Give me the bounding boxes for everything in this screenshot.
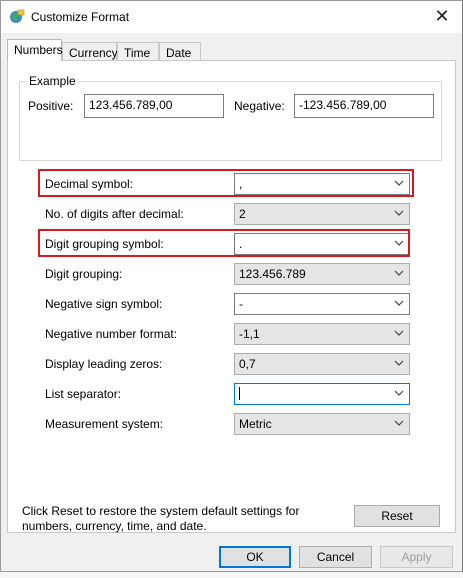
digits-after-decimal-select[interactable]: 2	[234, 203, 410, 225]
tab-currency[interactable]: Currency	[62, 42, 118, 61]
digits-after-decimal-label: No. of digits after decimal:	[45, 207, 184, 221]
reset-description-line1: Click Reset to restore the system defaul…	[22, 504, 300, 518]
measurement-system-select[interactable]: Metric	[234, 413, 410, 435]
measurement-system-label: Measurement system:	[45, 417, 164, 431]
example-group-title: Example	[26, 74, 79, 88]
chevron-down-icon	[394, 270, 404, 276]
chevron-down-icon	[394, 300, 404, 306]
ok-button[interactable]: OK	[219, 546, 291, 568]
digits-after-decimal-value: 2	[239, 207, 246, 221]
chevron-down-icon	[394, 210, 404, 216]
list-separator-label: List separator:	[45, 387, 122, 401]
chevron-down-icon	[394, 360, 404, 366]
negative-number-format-select[interactable]: -1,1	[234, 323, 410, 345]
decimal-symbol-highlight	[38, 169, 414, 197]
text-cursor	[239, 387, 240, 400]
chevron-down-icon	[394, 390, 404, 396]
positive-example-field: 123.456.789,00	[84, 94, 224, 118]
digit-grouping-symbol-highlight	[38, 229, 410, 257]
reset-button[interactable]: Reset	[354, 505, 440, 527]
cancel-button[interactable]: Cancel	[299, 546, 372, 568]
positive-label: Positive:	[28, 99, 74, 113]
tab-date[interactable]: Date	[159, 42, 201, 61]
background-window-strip	[0, 572, 463, 578]
window-title: Customize Format	[31, 10, 130, 24]
chevron-down-icon	[394, 420, 404, 426]
display-leading-zeros-label: Display leading zeros:	[45, 357, 163, 371]
measurement-system-value: Metric	[239, 417, 272, 431]
negative-sign-symbol-label: Negative sign symbol:	[45, 297, 163, 311]
control-panel-globe-icon	[10, 9, 25, 23]
display-leading-zeros-value: 0,7	[239, 357, 256, 371]
digit-grouping-label: Digit grouping:	[45, 267, 123, 281]
tab-time[interactable]: Time	[117, 42, 159, 61]
example-group: Example	[19, 74, 442, 161]
digit-grouping-value: 123.456.789	[239, 267, 306, 281]
digit-grouping-select[interactable]: 123.456.789	[234, 263, 410, 285]
tab-numbers[interactable]: Numbers	[7, 39, 63, 61]
list-separator-combo[interactable]	[234, 383, 410, 405]
chevron-down-icon	[394, 330, 404, 336]
apply-button[interactable]: Apply	[380, 546, 453, 568]
reset-description-line2: numbers, currency, time, and date.	[22, 519, 207, 533]
display-leading-zeros-select[interactable]: 0,7	[234, 353, 410, 375]
customize-format-dialog: Customize Format ✕ Numbers Currency Time…	[0, 0, 463, 572]
negative-example-field: -123.456.789,00	[294, 94, 434, 118]
negative-sign-symbol-combo[interactable]: -	[234, 293, 410, 315]
negative-sign-symbol-value: -	[239, 297, 243, 311]
negative-label: Negative:	[234, 99, 285, 113]
close-icon[interactable]: ✕	[428, 5, 456, 29]
negative-number-format-value: -1,1	[239, 327, 260, 341]
negative-number-format-label: Negative number format:	[45, 327, 178, 341]
reset-description: Click Reset to restore the system defaul…	[22, 504, 322, 534]
title-bar: Customize Format ✕	[1, 1, 462, 33]
